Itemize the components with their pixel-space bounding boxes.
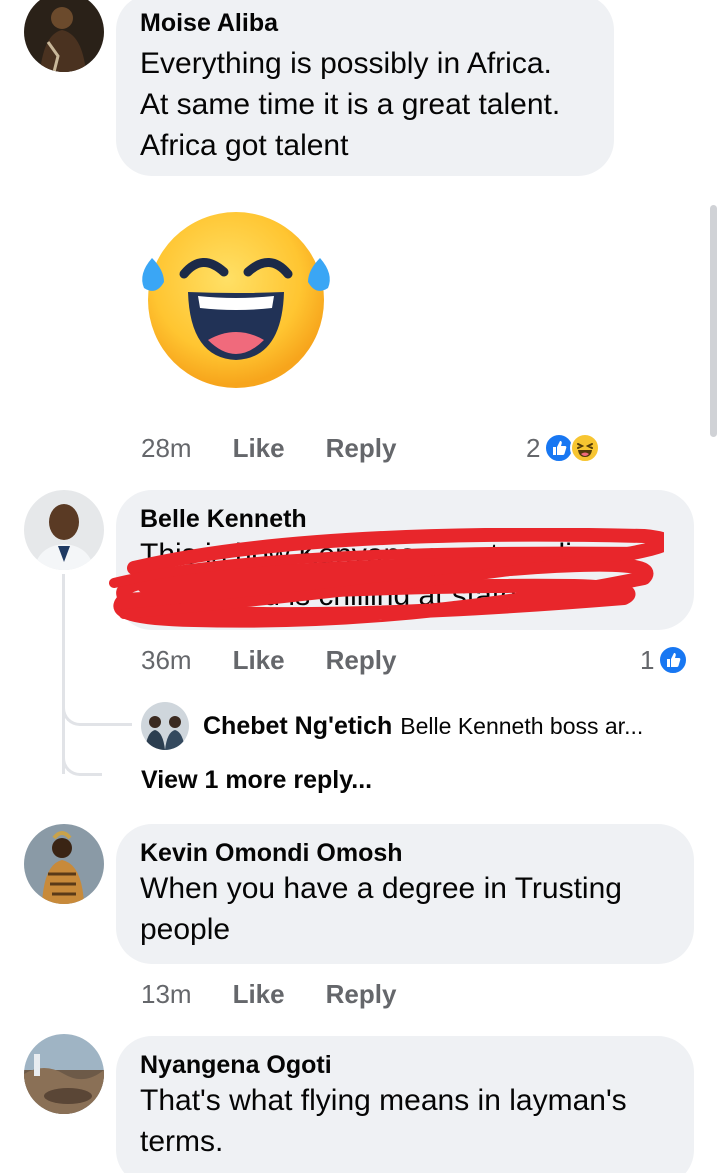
comment-bubble: Nyangena Ogoti That's what flying means …: [116, 1036, 694, 1173]
view-more-replies-link[interactable]: View 1 more reply...: [141, 766, 372, 795]
comment-author[interactable]: Moise Aliba: [140, 8, 590, 38]
avatar-moise-aliba[interactable]: [24, 0, 104, 72]
comment-meta: 36m Like Reply: [141, 640, 396, 680]
like-icon: [658, 645, 689, 675]
reaction-count: 1: [640, 644, 655, 675]
comment-author[interactable]: Kevin Omondi Omosh: [140, 838, 670, 868]
comment-bubble: Moise Aliba Everything is possibly in Af…: [116, 0, 614, 176]
reply-button[interactable]: Reply: [326, 433, 397, 464]
avatar-belle-kenneth[interactable]: [24, 490, 104, 570]
laughing-tears-emoji-sticker: [142, 212, 330, 388]
reaction-summary[interactable]: 1: [640, 640, 689, 680]
scrollbar-thumb[interactable]: [710, 205, 717, 437]
like-button[interactable]: Like: [233, 433, 285, 464]
reply-connector: [62, 690, 132, 726]
reaction-count: 2: [526, 432, 541, 463]
like-button[interactable]: Like: [233, 979, 285, 1010]
haha-icon: [570, 433, 601, 463]
reply-button[interactable]: Reply: [326, 645, 397, 676]
reply-preview[interactable]: Chebet Ng'etich Belle Kenneth boss ar...: [141, 702, 643, 750]
comment-timestamp: 36m: [141, 644, 192, 675]
reply-author[interactable]: Chebet Ng'etich: [203, 712, 392, 741]
avatar-kevin-omondi-omosh[interactable]: [24, 824, 104, 904]
reply-snippet: Belle Kenneth boss ar...: [400, 712, 644, 739]
comment-text-line: At same time it is a great talent.: [140, 88, 561, 121]
comment-text-line: That's what flying means in layman's: [140, 1084, 627, 1117]
comment-text-line: This is how Kenyans are struggling: [140, 538, 606, 571]
comment-author[interactable]: Belle Kenneth: [140, 504, 670, 534]
comment-text-line: Africa got talent: [140, 129, 349, 162]
comment-text-line: and Uhuru is chilling at state house.: [140, 579, 616, 612]
comment-author[interactable]: Nyangena Ogoti: [140, 1050, 670, 1080]
avatar-chebet-ngetich[interactable]: [141, 702, 189, 750]
comment-text-line: terms.: [140, 1125, 224, 1158]
comment-bubble: Kevin Omondi Omosh When you have a degre…: [116, 824, 694, 964]
like-button[interactable]: Like: [233, 645, 285, 676]
comment-bubble: Belle Kenneth This is how Kenyans are st…: [116, 490, 694, 630]
reply-connector: [62, 740, 102, 776]
comment-timestamp: 28m: [141, 432, 192, 463]
comment-text-line: Everything is possibly in Africa.: [140, 47, 552, 80]
reaction-summary[interactable]: 2: [526, 428, 601, 468]
comment-meta: 13m Like Reply: [141, 974, 396, 1014]
comment-meta: 28m Like Reply: [141, 428, 396, 468]
reply-button[interactable]: Reply: [326, 979, 397, 1010]
comment-text-line: When you have a degree in Trusting: [140, 872, 622, 905]
comment-text-line: people: [140, 913, 231, 946]
avatar-nyangena-ogoti[interactable]: [24, 1034, 104, 1114]
comment-timestamp: 13m: [141, 978, 192, 1009]
